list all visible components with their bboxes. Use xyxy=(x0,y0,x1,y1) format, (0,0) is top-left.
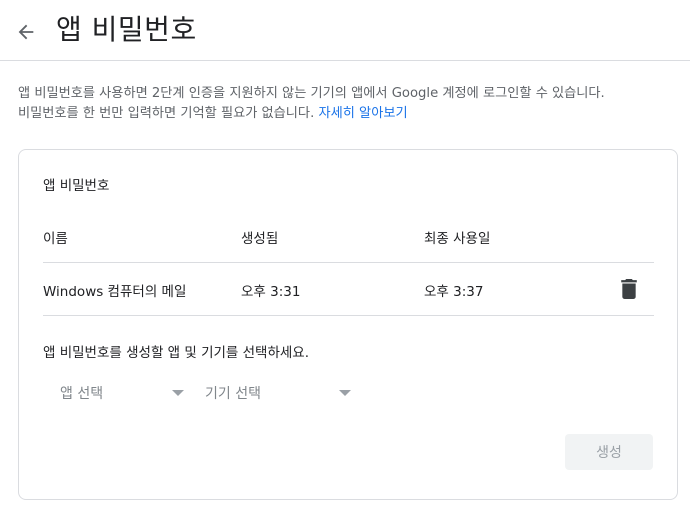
trash-icon xyxy=(621,279,637,299)
generate-button[interactable]: 생성 xyxy=(565,434,653,470)
back-button[interactable] xyxy=(12,18,40,46)
device-select-dropdown[interactable]: 기기 선택 xyxy=(205,380,355,406)
intro-line-2: 비밀번호를 한 번만 입력하면 기억할 필요가 없습니다. 자세히 알아보기 xyxy=(18,104,683,124)
intro-line-2-text: 비밀번호를 한 번만 입력하면 기억할 필요가 없습니다. xyxy=(18,106,315,121)
table-row: Windows 컴퓨터의 메일 오후 3:31 오후 3:37 xyxy=(43,263,654,315)
device-select-value: 기기 선택 xyxy=(205,386,261,402)
row-name: Windows 컴퓨터의 메일 xyxy=(43,284,187,300)
app-passwords-card: 앱 비밀번호 이름 생성됨 최종 사용일 Windows 컴퓨터의 메일 오후 … xyxy=(18,149,678,500)
row-last-used: 오후 3:37 xyxy=(424,284,484,300)
page-title: 앱 비밀번호 xyxy=(56,13,197,46)
column-header-created: 생성됨 xyxy=(241,231,279,247)
app-header: 앱 비밀번호 xyxy=(0,0,690,61)
row-created: 오후 3:31 xyxy=(241,284,301,300)
intro-line-1: 앱 비밀번호를 사용하면 2단계 인증을 지원하지 않는 기기의 앱에서 Goo… xyxy=(18,86,605,101)
delete-button[interactable] xyxy=(617,277,641,301)
column-header-name: 이름 xyxy=(43,231,68,247)
column-header-last-used: 최종 사용일 xyxy=(424,231,491,247)
intro-text: 앱 비밀번호를 사용하면 2단계 인증을 지원하지 않는 기기의 앱에서 Goo… xyxy=(18,84,683,124)
table-divider xyxy=(43,315,654,316)
dropdown-arrow-icon xyxy=(172,390,184,396)
card-title: 앱 비밀번호 xyxy=(43,178,110,194)
learn-more-link[interactable]: 자세히 알아보기 xyxy=(318,106,407,121)
arrow-back-icon xyxy=(18,24,34,40)
generate-instructions: 앱 비밀번호를 생성할 앱 및 기기를 선택하세요. xyxy=(43,345,310,361)
dropdown-arrow-icon xyxy=(339,390,351,396)
app-select-dropdown[interactable]: 앱 선택 xyxy=(60,380,188,406)
app-select-value: 앱 선택 xyxy=(60,386,104,402)
